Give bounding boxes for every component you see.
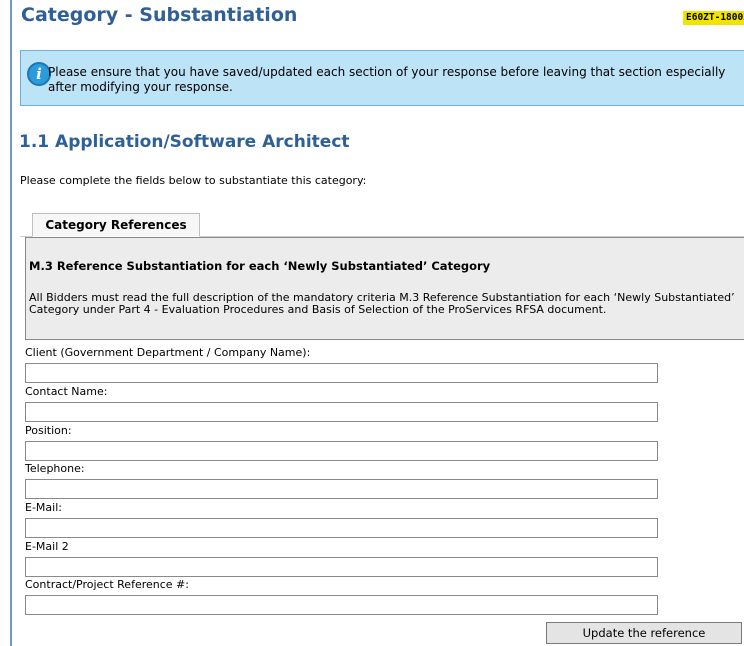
page-left-border [10, 0, 12, 646]
contact-name-field[interactable] [25, 402, 658, 422]
email-field[interactable] [25, 518, 658, 538]
contract-reference-label: Contract/Project Reference #: [25, 578, 189, 591]
telephone-label: Telephone: [25, 462, 85, 475]
position-field[interactable] [25, 441, 658, 461]
contract-reference-field[interactable] [25, 595, 658, 615]
contact-name-label: Contact Name: [25, 385, 108, 398]
section-heading: 1.1 Application/Software Architect [19, 132, 350, 152]
client-label: Client (Government Department / Company … [25, 346, 311, 359]
reference-instructions-panel [25, 237, 744, 340]
page-title: Category - Substantiation [21, 4, 298, 26]
reference-panel-heading: M.3 Reference Substantiation for each ‘N… [29, 259, 491, 273]
email-label: E-Mail: [25, 501, 62, 514]
email-2-field[interactable] [25, 557, 658, 577]
client-field[interactable] [25, 363, 658, 383]
save-notice-text: Please ensure that you have saved/update… [48, 65, 726, 94]
email-2-label: E-Mail 2 [25, 540, 69, 553]
telephone-field[interactable] [25, 479, 658, 499]
tab-category-references[interactable]: Category References [32, 213, 200, 237]
update-reference-button[interactable]: Update the reference [546, 622, 742, 644]
section-intro: Please complete the fields below to subs… [20, 174, 367, 187]
reference-code-badge: E60ZT-180024/ [683, 11, 744, 25]
reference-panel-description: All Bidders must read the full descripti… [29, 291, 735, 316]
position-label: Position: [25, 424, 72, 437]
